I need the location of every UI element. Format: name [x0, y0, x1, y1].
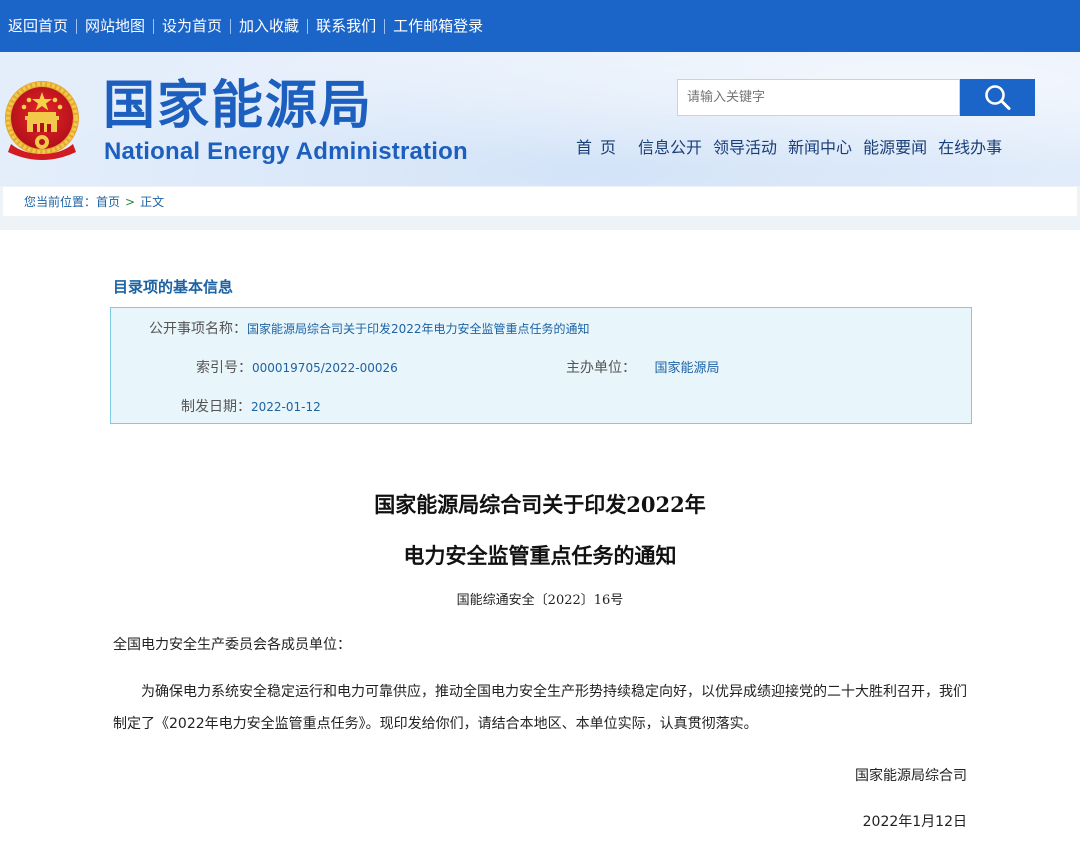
breadcrumb-label: 您当前位置：: [24, 195, 97, 209]
info-org-value: 国家能源局: [654, 361, 720, 376]
nav-item-online-services[interactable]: 在线办事: [938, 136, 1002, 160]
nav-item-energy-news[interactable]: 能源要闻: [863, 136, 927, 160]
topbar-link-contact[interactable]: 联系我们: [308, 18, 384, 34]
nav-item-home[interactable]: 首页: [576, 136, 624, 160]
info-name-value: 国家能源局综合司关于印发2022年电力安全监管重点任务的通知: [247, 322, 590, 336]
search-icon: [984, 84, 1010, 110]
info-row-index: 索引号：000019705/2022-00026: [196, 357, 398, 377]
topbar-link-email-login[interactable]: 工作邮箱登录: [385, 18, 491, 34]
info-date-value: 2022-01-12: [251, 400, 321, 414]
catalog-info-box: 公开事项名称：国家能源局综合司关于印发2022年电力安全监管重点任务的通知 索引…: [110, 307, 972, 424]
info-row-org: 主办单位： 国家能源局: [566, 357, 719, 377]
breadcrumb: 您当前位置： 首页 > 正文: [3, 187, 1077, 216]
info-index-value: 000019705/2022-00026: [252, 361, 398, 375]
main-content: 目录项的基本信息 公开事项名称：国家能源局综合司关于印发2022年电力安全监管重…: [3, 230, 1077, 846]
topbar-link-set-homepage[interactable]: 设为首页: [154, 18, 230, 34]
breadcrumb-home[interactable]: 首页: [96, 193, 120, 210]
nav-item-leadership[interactable]: 领导活动: [713, 136, 777, 160]
info-name-label: 公开事项名称：: [149, 321, 247, 337]
top-bar: 返回首页 网站地图 设为首页 加入收藏 联系我们 工作邮箱登录: [0, 0, 1080, 52]
info-row-date: 制发日期：2022-01-12: [181, 396, 321, 416]
breadcrumb-current[interactable]: 正文: [140, 193, 164, 210]
catalog-section-title: 目录项的基本信息: [113, 278, 234, 296]
breadcrumb-area: 您当前位置： 首页 > 正文: [0, 186, 1080, 230]
national-emblem-icon[interactable]: [3, 78, 81, 160]
document-salutation: 全国电力安全生产委员会各成员单位：: [113, 637, 351, 653]
search-input[interactable]: [677, 79, 960, 116]
nav-item-news[interactable]: 新闻中心: [788, 136, 852, 160]
topbar-link-favorite[interactable]: 加入收藏: [231, 18, 307, 34]
document-title-line1: 国家能源局综合司关于印发2022年: [374, 492, 706, 517]
info-org-label: 主办单位：: [566, 360, 636, 376]
info-row-name: 公开事项名称：国家能源局综合司关于印发2022年电力安全监管重点任务的通知: [149, 318, 590, 338]
document-body: 为确保电力系统安全稳定运行和电力可靠供应，推动全国电力安全生产形势持续稳定向好，…: [113, 684, 967, 732]
info-index-label: 索引号：: [196, 360, 252, 376]
breadcrumb-separator: >: [125, 194, 136, 209]
site-title-en[interactable]: National Energy Administration: [104, 138, 468, 166]
document-signature: 国家能源局综合司: [855, 768, 967, 784]
topbar-link-home[interactable]: 返回首页: [6, 18, 76, 34]
document-number: 国能综通安全〔2022〕16号: [456, 593, 624, 608]
main-nav: 首页 信息公开 领导活动 新闻中心 能源要闻 在线办事: [570, 136, 1013, 160]
site-header: 国家能源局 National Energy Administration 首页 …: [0, 52, 1080, 186]
site-title-cn[interactable]: 国家能源局: [103, 76, 373, 136]
topbar-link-sitemap[interactable]: 网站地图: [77, 18, 153, 34]
document-title-line2: 电力安全监管重点任务的通知: [403, 543, 677, 568]
nav-item-info-disclosure[interactable]: 信息公开: [638, 136, 702, 160]
document-date: 2022年1月12日: [862, 814, 967, 830]
search-button[interactable]: [960, 79, 1035, 116]
info-date-label: 制发日期：: [181, 399, 251, 415]
